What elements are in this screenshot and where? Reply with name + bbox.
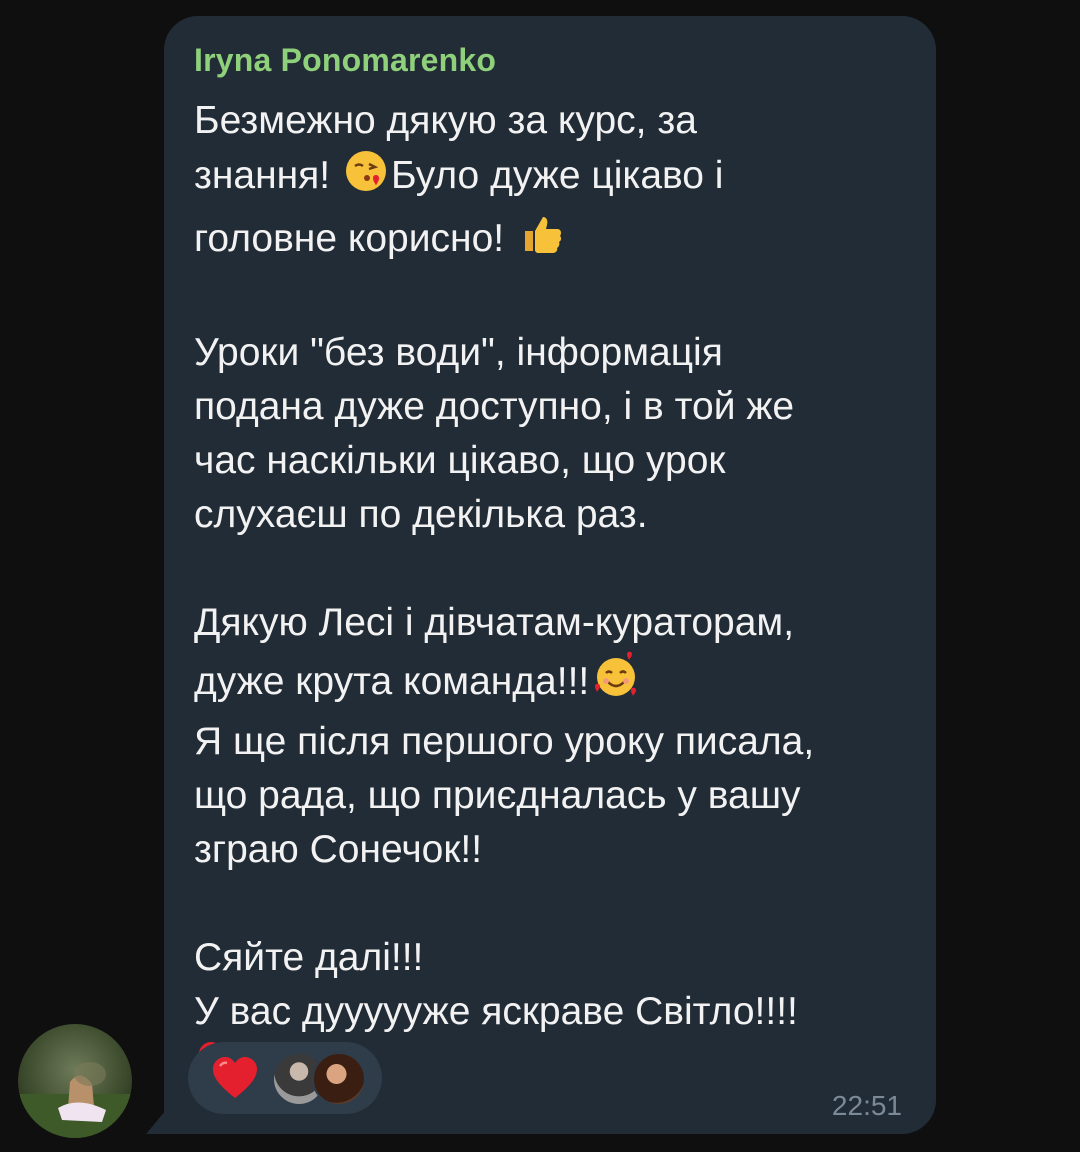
avatar-photo <box>18 1024 132 1138</box>
text-line: Сяйте далі!!! <box>194 936 424 979</box>
smiling-face-with-hearts-emoji <box>591 650 641 715</box>
text-line: час наскільки цікаво, що урок <box>194 439 726 482</box>
text-line: дуже крута команда!!! <box>194 650 914 715</box>
text-line: Уроки "без води", інформація <box>194 331 723 374</box>
sender-name[interactable]: Iryna Ponomarenko <box>194 42 496 79</box>
message-time: 22:51 <box>831 1090 902 1121</box>
thumbs-up-emoji <box>517 209 565 272</box>
text-line: Дякую Лесі і дівчатам-кураторам, <box>194 601 795 644</box>
text-line: Безмежно дякую за курс, за <box>194 99 697 142</box>
red-heart-icon[interactable] <box>210 1054 260 1107</box>
reactor-avatar <box>312 1052 366 1106</box>
text-line: знання! Було дуже цікаво і <box>194 148 914 209</box>
message-bubble[interactable]: Iryna Ponomarenko Безмежно дякую за курс… <box>164 16 936 1134</box>
sender-avatar[interactable] <box>18 1024 132 1138</box>
reactions-pill[interactable] <box>188 1042 382 1114</box>
text-line: У вас дуууууже яскраве Світло!!!! <box>194 990 798 1033</box>
message-text: Безмежно дякую за курс, за знання! Було … <box>194 94 914 1102</box>
text-line: Я ще після першого уроку писала, <box>194 720 815 763</box>
face-blowing-kiss-emoji <box>343 148 389 209</box>
text-line: що рада, що приєдналась у вашу <box>194 774 801 817</box>
text-line: слухаєш по декілька раз. <box>194 493 648 536</box>
chat-view: Iryna Ponomarenko Безмежно дякую за курс… <box>0 0 1080 1152</box>
bubble-tail <box>146 1110 166 1134</box>
text-line: зграю Сонечок!! <box>194 828 483 871</box>
text-line: головне корисно! <box>194 209 914 272</box>
text-line: подана дуже доступно, і в той же <box>194 385 795 428</box>
